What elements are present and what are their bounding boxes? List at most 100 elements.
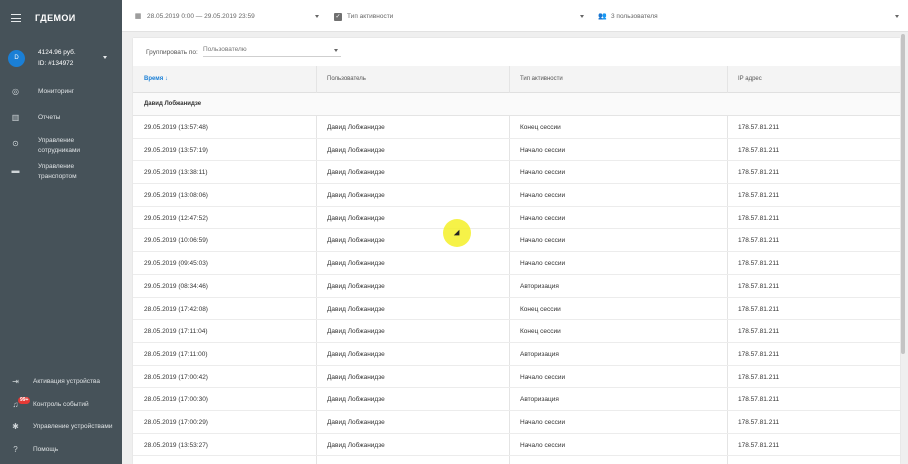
cell-ip: 178.57.81.211 bbox=[738, 441, 780, 449]
table-row[interactable]: 29.05.2019 (13:08:06) Давид Лобжанидзе Нач… bbox=[133, 184, 900, 207]
cell-time: 29.05.2019 (13:08:06) bbox=[144, 192, 208, 200]
cell-user: Давид Лобжанидзе bbox=[327, 305, 385, 313]
account-info: 4124.96 руб. ID: #134972 bbox=[38, 47, 76, 69]
sidebar-item-label: Активация устройства bbox=[33, 378, 101, 385]
cell-activity: Конец сессии bbox=[520, 305, 561, 313]
column-header-user[interactable]: Пользователь bbox=[327, 76, 366, 82]
cell-activity: Авторизация bbox=[520, 282, 559, 290]
cell-user: Давид Лобжанидзе bbox=[327, 350, 385, 358]
date-range-filter[interactable]: ▦ 28.05.2019 0:00 — 29.05.2019 23:59 bbox=[134, 11, 255, 22]
sidebar: ГДЕМОИ D 4124.96 руб. ID: #134972 ◎ Мони… bbox=[0, 0, 122, 464]
table-row[interactable]: 29.05.2019 (13:38:11) Давид Лобжанидзе Нач… bbox=[133, 161, 900, 185]
group-by-select[interactable]: Пользователю bbox=[203, 44, 341, 57]
chevron-down-icon[interactable] bbox=[895, 15, 899, 18]
cell-time: 29.05.2019 (08:34:46) bbox=[144, 282, 208, 290]
cell-time: 29.05.2019 (13:57:19) bbox=[144, 146, 208, 154]
chevron-down-icon[interactable] bbox=[315, 15, 319, 18]
table-row[interactable]: 29.05.2019 (12:47:52) Давид Лобжанидзе Нач… bbox=[133, 207, 900, 230]
cell-activity: Конец сессии bbox=[520, 124, 561, 131]
arrow-down-icon: ↓ bbox=[164, 76, 168, 82]
table-row[interactable]: 29.05.2019 (10:06:59) Давид Лобжанидзе Нач… bbox=[133, 229, 900, 253]
cell-ip: 178.57.81.211 bbox=[738, 214, 780, 222]
column-header-ip[interactable]: IP адрес bbox=[738, 76, 762, 82]
cell-user: Давид Лобжанидзе bbox=[327, 373, 385, 381]
pin-icon: ⊙ bbox=[12, 139, 19, 148]
cell-user: Давид Лобжанидзе bbox=[327, 418, 385, 426]
cell-activity: Начало сессии bbox=[520, 169, 566, 177]
account-balance: 4124.96 руб. bbox=[38, 49, 76, 56]
users-filter[interactable]: 👥 3 пользователя bbox=[598, 11, 658, 22]
cell-user: Давид Лобжанидзе bbox=[327, 169, 385, 177]
notification-badge: 99+ bbox=[18, 397, 31, 404]
users-icon: 👥 bbox=[598, 12, 607, 20]
cell-time: 29.05.2019 (13:38:11) bbox=[144, 169, 208, 177]
account-switcher[interactable]: D 4124.96 руб. ID: #134972 bbox=[0, 36, 122, 80]
sidebar-header: ГДЕМОИ bbox=[0, 0, 122, 36]
cell-time: 28.05.2019 (17:42:08) bbox=[144, 305, 208, 313]
cell-activity: Начало сессии bbox=[520, 260, 566, 268]
cell-activity: Начало сессии bbox=[520, 192, 566, 200]
globe-icon: ◎ bbox=[12, 87, 19, 96]
table-row[interactable]: 29.05.2019 (13:57:48) Давид Лобжанидзе Кон… bbox=[133, 116, 900, 139]
gear-icon: ✱ bbox=[12, 422, 19, 431]
avatar: D bbox=[8, 49, 25, 67]
cell-time: 28.05.2019 (17:11:04) bbox=[144, 328, 208, 336]
table-row[interactable]: 29.05.2019 (09:45:03) Давид Лобжанидзе Нач… bbox=[133, 252, 900, 275]
sidebar-item-label: Контроль событий bbox=[33, 401, 89, 408]
cell-ip: 178.57.81.211 bbox=[738, 124, 780, 131]
cell-ip: 178.57.81.211 bbox=[738, 305, 780, 313]
cell-user: Давид Лобжанидзе bbox=[327, 441, 385, 449]
cell-time: 28.05.2019 (13:53:27) bbox=[144, 441, 208, 449]
sidebar-item-label: Мониторинг bbox=[38, 88, 75, 95]
table-row[interactable]: 28.05.2019 (17:00:30) Давид Лобжанидзе Авт… bbox=[133, 388, 900, 411]
group-title: Давид Лобжанидзе bbox=[144, 101, 202, 107]
calendar-icon: ▦ bbox=[134, 12, 142, 20]
cell-activity: Авторизация bbox=[520, 396, 559, 404]
table-row[interactable]: 28.05.2019 (17:11:04) Давид Лобжанидзе Кон… bbox=[133, 320, 900, 343]
column-header-activity[interactable]: Тип активности bbox=[520, 76, 563, 82]
scrollbar[interactable] bbox=[901, 34, 905, 354]
car-icon: ▬ bbox=[11, 166, 20, 175]
sidebar-item-label: Управление транспортом bbox=[38, 163, 77, 180]
sidebar-item-label: Управление сотрудниками bbox=[38, 137, 81, 154]
cell-time: 29.05.2019 (13:57:48) bbox=[144, 124, 208, 131]
cell-time: 28.05.2019 (17:11:00) bbox=[144, 350, 208, 358]
table-row[interactable]: 29.05.2019 (08:34:46) Давид Лобжанидзе Авт… bbox=[133, 275, 900, 298]
group-row[interactable]: Давид Лобжанидзе bbox=[133, 93, 900, 116]
cell-activity: Начало сессии bbox=[520, 146, 566, 154]
table-row[interactable]: 28.05.2019 (17:00:29) Давид Лобжанидзе Нач… bbox=[133, 411, 900, 434]
table-row[interactable]: 28.05.2019 (17:42:08) Давид Лобжанидзе Кон… bbox=[133, 298, 900, 321]
logo[interactable]: ГДЕМОИ bbox=[35, 13, 76, 23]
chevron-down-icon[interactable] bbox=[103, 56, 107, 59]
cell-ip: 178.57.81.211 bbox=[738, 282, 780, 290]
cell-activity: Начало сессии bbox=[520, 214, 566, 222]
table-row[interactable]: 28.05.2019 (17:00:42) Давид Лобжанидзе Нач… bbox=[133, 366, 900, 389]
activity-type-filter[interactable]: ✓ Тип активности bbox=[334, 11, 393, 22]
login-icon: ⇥ bbox=[12, 377, 19, 386]
column-header-time[interactable]: Время ↓ bbox=[144, 76, 168, 82]
cell-user: Давид Лобжанидзе bbox=[327, 214, 385, 222]
group-by-label: Группировать по: bbox=[146, 48, 198, 56]
menu-icon[interactable] bbox=[11, 14, 21, 22]
cell-user: Давид Лобжанидзе bbox=[327, 146, 385, 154]
table-body: 29.05.2019 (13:57:48) Давид Лобжанидзе Кон… bbox=[133, 116, 900, 457]
checkbox-icon[interactable]: ✓ bbox=[334, 12, 342, 21]
cell-activity: Конец сессии bbox=[520, 328, 561, 336]
cell-activity: Авторизация bbox=[520, 350, 559, 358]
chart-icon: ▥ bbox=[11, 113, 20, 122]
table-row[interactable]: 28.05.2019 (17:11:00) Давид Лобжанидзе Авт… bbox=[133, 343, 900, 366]
table-row[interactable]: 29.05.2019 (13:57:19) Давид Лобжанидзе Нач… bbox=[133, 139, 900, 162]
activity-table-card: Группировать по: Пользователю Время ↓ По… bbox=[133, 38, 900, 464]
cell-ip: 178.57.81.211 bbox=[738, 192, 780, 200]
cell-ip: 178.57.81.211 bbox=[738, 350, 780, 358]
chevron-down-icon[interactable] bbox=[580, 15, 584, 18]
cell-time: 29.05.2019 (12:47:52) bbox=[144, 214, 208, 222]
cell-user: Давид Лобжанидзе bbox=[327, 282, 385, 290]
cell-ip: 178.57.81.211 bbox=[738, 260, 780, 268]
cell-ip: 178.57.81.211 bbox=[738, 169, 780, 177]
chevron-down-icon bbox=[334, 49, 338, 52]
sidebar-item-label: Управление устройствами bbox=[33, 423, 113, 430]
cell-time: 28.05.2019 (17:00:29) bbox=[144, 418, 208, 426]
sidebar-item-label: Помощь bbox=[33, 446, 59, 453]
table-row[interactable]: 28.05.2019 (13:53:27) Давид Лобжанидзе Нач… bbox=[133, 434, 900, 457]
